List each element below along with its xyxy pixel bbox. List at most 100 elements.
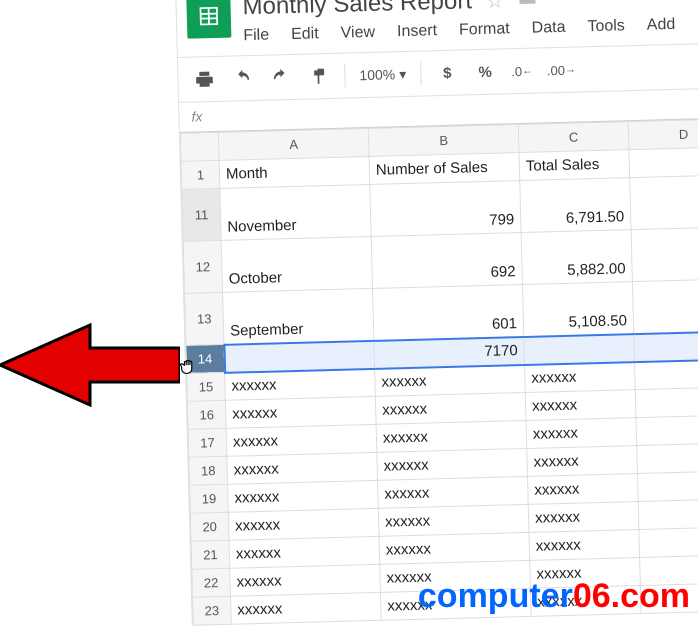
select-all-corner[interactable]: [180, 132, 219, 161]
row-header[interactable]: 21: [191, 540, 230, 569]
cell[interactable]: xxxxxx: [377, 448, 528, 480]
col-header-D[interactable]: D: [628, 119, 698, 150]
row-header[interactable]: 20: [190, 512, 229, 541]
cell[interactable]: [632, 279, 698, 334]
cell[interactable]: [638, 499, 698, 530]
zoom-dropdown[interactable]: 100% ▾: [359, 65, 406, 83]
cell[interactable]: xxxxxx: [375, 364, 526, 396]
cell[interactable]: xxxxxx: [525, 362, 636, 393]
cell[interactable]: [524, 334, 635, 365]
folder-icon[interactable]: [518, 0, 539, 12]
cell[interactable]: 5,108.50: [522, 282, 633, 337]
cell[interactable]: xxxxxx: [379, 532, 530, 564]
cell[interactable]: 6,791.50: [520, 178, 631, 233]
dec-less-label: .0: [511, 63, 522, 78]
cell[interactable]: 799: [370, 181, 521, 237]
row-header[interactable]: 16: [187, 400, 226, 429]
cell[interactable]: xxxxxx: [227, 452, 378, 484]
col-header-B[interactable]: B: [368, 125, 519, 157]
cell[interactable]: xxxxxx: [225, 368, 376, 400]
cell[interactable]: [631, 227, 698, 282]
zoom-value: 100%: [359, 66, 395, 83]
row-header[interactable]: 18: [189, 456, 228, 485]
cell[interactable]: Month: [219, 156, 370, 188]
chevron-down-icon: ▾: [399, 65, 406, 82]
row-header[interactable]: 12: [183, 240, 222, 293]
cell[interactable]: xxxxxx: [527, 474, 638, 505]
cell[interactable]: September: [223, 288, 374, 344]
row-header[interactable]: 11: [182, 188, 221, 241]
cell[interactable]: [637, 443, 698, 474]
cell[interactable]: October: [221, 236, 372, 292]
col-header-A[interactable]: A: [218, 128, 369, 160]
cell[interactable]: xxxxxx: [228, 480, 379, 512]
annotation-arrow-icon: [0, 320, 180, 410]
menu-insert[interactable]: Insert: [397, 22, 437, 41]
cell[interactable]: xxxxxx: [228, 508, 379, 540]
menu-view[interactable]: View: [340, 24, 375, 43]
cell[interactable]: [224, 340, 375, 372]
cell[interactable]: Number of Sales: [369, 153, 520, 185]
menu-edit[interactable]: Edit: [291, 25, 319, 44]
row-header[interactable]: 1: [181, 160, 220, 189]
spreadsheet-window: Monthly Sales Report ☆ File Edit View In…: [175, 0, 698, 626]
row-header[interactable]: 17: [188, 428, 227, 457]
cell[interactable]: [629, 147, 698, 178]
cell[interactable]: 5,882.00: [521, 230, 632, 285]
row-header[interactable]: 23: [193, 596, 232, 625]
cell[interactable]: 692: [371, 233, 522, 289]
separator: [344, 64, 346, 88]
cell[interactable]: [637, 471, 698, 502]
dec-more-label: .00: [547, 62, 565, 77]
menu-format[interactable]: Format: [459, 20, 510, 39]
cell[interactable]: [630, 175, 698, 230]
menu-addons[interactable]: Add: [647, 16, 676, 35]
cell[interactable]: xxxxxx: [230, 564, 381, 596]
paint-format-icon[interactable]: [306, 64, 331, 89]
cell[interactable]: xxxxxx: [528, 502, 639, 533]
cell[interactable]: xxxxxx: [376, 420, 527, 452]
cell[interactable]: xxxxxx: [226, 424, 377, 456]
menu-file[interactable]: File: [243, 27, 269, 46]
menu-tools[interactable]: Tools: [587, 17, 625, 36]
currency-button[interactable]: $: [435, 61, 460, 86]
menu-data[interactable]: Data: [531, 19, 565, 38]
cell[interactable]: xxxxxx: [378, 476, 529, 508]
cell[interactable]: xxxxxx: [225, 396, 376, 428]
cell[interactable]: xxxxxx: [375, 392, 526, 424]
print-icon[interactable]: [192, 67, 217, 92]
cell[interactable]: 601: [373, 285, 524, 341]
cell[interactable]: xxxxxx: [229, 536, 380, 568]
cell[interactable]: xxxxxx: [378, 504, 529, 536]
percent-button[interactable]: %: [473, 60, 498, 85]
undo-icon[interactable]: [230, 66, 255, 91]
cell[interactable]: November: [220, 184, 371, 240]
cell[interactable]: xxxxxx: [527, 446, 638, 477]
cell[interactable]: Total Sales: [519, 150, 630, 181]
cell[interactable]: xxxxxx: [525, 390, 636, 421]
row-header[interactable]: 22: [192, 568, 231, 597]
grab-cursor-icon: [178, 356, 200, 384]
cell[interactable]: [639, 527, 698, 558]
redo-icon[interactable]: [268, 65, 293, 90]
row-header[interactable]: 13: [185, 292, 224, 345]
sheets-app-icon[interactable]: [186, 0, 231, 39]
cell[interactable]: 7170: [374, 336, 525, 368]
row-header[interactable]: 19: [190, 484, 229, 513]
watermark-left: computer: [418, 577, 573, 615]
cell[interactable]: xxxxxx: [526, 418, 637, 449]
cell[interactable]: [635, 359, 698, 390]
watermark: computer06.com: [418, 577, 690, 616]
star-icon[interactable]: ☆: [486, 0, 505, 13]
col-header-C[interactable]: C: [518, 122, 629, 153]
increase-decimal-button[interactable]: .00→: [547, 58, 577, 83]
cell[interactable]: [634, 331, 698, 362]
separator: [420, 62, 422, 86]
cell[interactable]: xxxxxx: [529, 530, 640, 561]
cell[interactable]: [635, 387, 698, 418]
spreadsheet-grid: A B C D 1 Month Number of Sales Total Sa…: [180, 118, 698, 625]
decrease-decimal-button[interactable]: .0←: [511, 59, 533, 84]
cell[interactable]: [636, 415, 698, 446]
fx-label: fx: [191, 108, 202, 124]
cell[interactable]: xxxxxx: [231, 592, 382, 624]
